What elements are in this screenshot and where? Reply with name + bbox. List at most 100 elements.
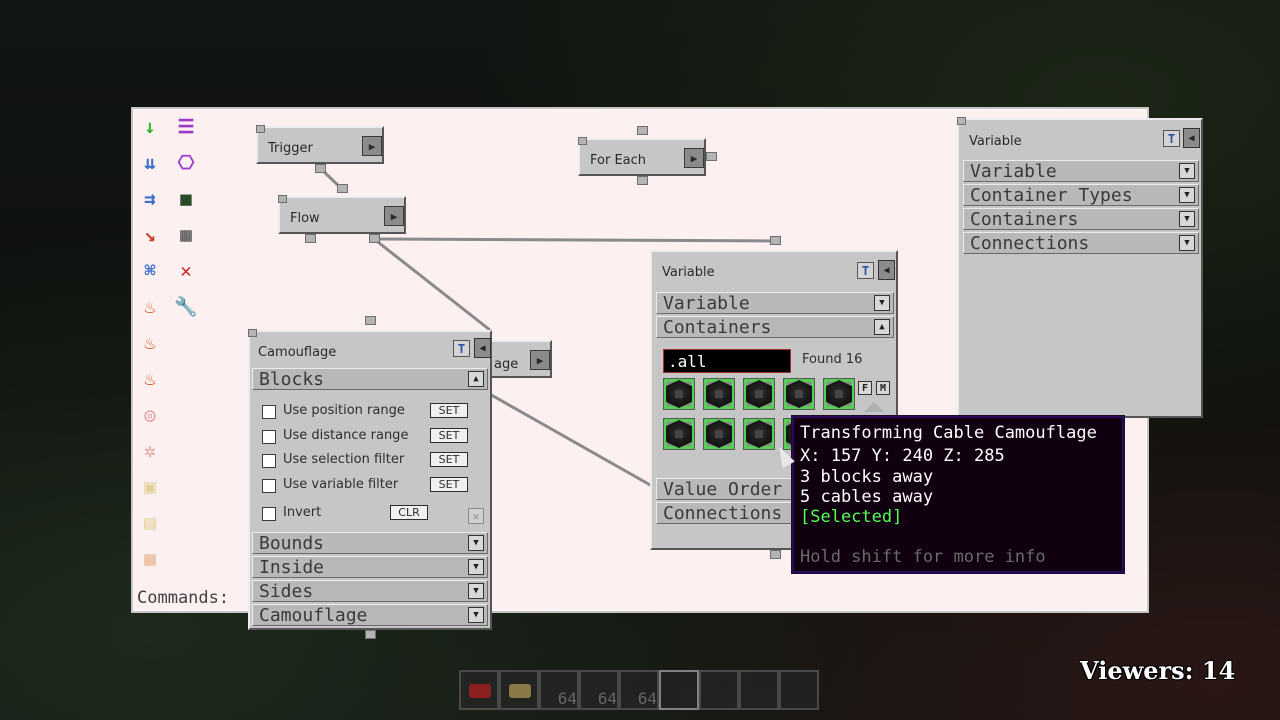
t-label: T [1167,131,1176,146]
camouflage-input-connector[interactable] [365,316,376,325]
container-slot[interactable] [743,418,775,450]
container-slot[interactable] [783,378,815,410]
hotbar-slot-3[interactable]: 64 [539,670,579,710]
scroll-up-arrow-icon[interactable] [864,402,884,412]
option-label: Use selection filter [283,452,405,467]
container-slot[interactable] [703,378,735,410]
hotbar-slot-4[interactable]: 64 [579,670,619,710]
cable-block-icon [706,380,732,408]
for-each-side-connector[interactable] [706,152,717,161]
delete-icon[interactable]: ✕ [468,508,484,524]
for-each-node[interactable]: For Each ▶ [578,138,706,176]
variable-panel-right: Variable T ◀ Variable ▼ Container Types ▼ Co… [957,118,1203,418]
expand-down-icon[interactable]: ▼ [468,559,484,575]
option-checkbox[interactable] [262,405,276,419]
t-label: T [861,263,870,278]
book-icon [469,684,491,698]
menu-item-label: Connections [663,503,783,524]
invert-label: Invert [283,505,322,520]
multi-select-button[interactable]: M [876,381,890,395]
section-label: Sides [259,581,314,602]
container-slot[interactable] [663,378,695,410]
play-icon: ▶ [536,353,544,367]
expand-down-icon[interactable]: ▼ [1179,163,1195,179]
camouflage-text-toggle-button[interactable]: T [453,340,470,357]
camouflage-output-connector[interactable] [365,630,376,639]
container-slot[interactable] [663,418,695,450]
camouflage-close-button[interactable]: ◀ [474,338,491,358]
variable-right-text-toggle-button[interactable]: T [1163,130,1180,147]
container-slot[interactable] [703,418,735,450]
flow-output-connector-2[interactable] [369,234,380,243]
hotbar-slot-9[interactable] [779,670,819,710]
camouflage-section[interactable]: Bounds ▼ [252,532,488,554]
container-slot[interactable] [823,378,855,410]
set-button[interactable]: SET [430,403,468,418]
trigger-output-connector[interactable] [315,164,326,173]
for-each-expand-button[interactable]: ▶ [684,148,704,168]
collapse-up-icon[interactable]: ▲ [468,371,484,387]
flow-expand-button[interactable]: ▶ [384,206,404,226]
set-button[interactable]: SET [430,427,468,443]
camouflage-option: Use position range SET [262,402,482,422]
variable-menu-item[interactable]: Containers ▲ [656,316,894,338]
hotbar-slot-8[interactable] [739,670,779,710]
container-tooltip: Transforming Cable Camouflage X: 157 Y: … [792,416,1124,573]
set-button[interactable]: SET [430,476,468,492]
expand-down-icon[interactable]: ▼ [1179,187,1195,203]
tooltip-selected: [Selected] [800,507,903,527]
variable-right-menu-item[interactable]: Container Types ▼ [963,184,1199,206]
option-label: Use variable filter [283,476,399,492]
camouflage-corner [248,329,257,337]
option-checkbox[interactable] [262,478,276,493]
camouflage-section[interactable]: Sides ▼ [252,580,488,602]
clear-button[interactable]: CLR [390,505,428,520]
blocks-label: Blocks [259,369,325,390]
flow-corner [278,195,287,203]
set-button[interactable]: SET [430,452,468,467]
hotbar-slot-2[interactable] [499,670,539,710]
invert-checkbox[interactable] [262,507,276,521]
flow-input-connector[interactable] [337,184,348,193]
option-checkbox[interactable] [262,429,276,444]
hotbar-slot-6[interactable] [659,670,699,710]
variable-menu-item[interactable]: Variable ▼ [656,292,894,314]
variable-right-close-button[interactable]: ◀ [1183,128,1200,148]
flow-node[interactable]: Flow ▶ [278,196,406,234]
hotbar-slot-7[interactable] [699,670,739,710]
hotbar-slot-1[interactable] [459,670,499,710]
container-slot[interactable] [743,378,775,410]
trigger-node[interactable]: Trigger ▶ [256,126,384,164]
expand-down-icon[interactable]: ▼ [468,607,484,623]
hidden-node-expand-button[interactable]: ▶ [530,350,550,370]
flow-output-connector-1[interactable] [305,234,316,243]
collapse-left-icon: ◀ [479,342,486,354]
camouflage-blocks-section[interactable]: Blocks ▲ [252,368,488,390]
variable-text-toggle-button[interactable]: T [857,262,874,279]
expand-down-icon[interactable]: ▼ [874,295,890,311]
expand-down-icon[interactable]: ▼ [468,535,484,551]
hotbar-slot-5[interactable]: 64 [619,670,659,710]
trigger-expand-button[interactable]: ▶ [362,136,382,156]
collapse-left-icon: ◀ [883,264,890,276]
variable-close-button[interactable]: ◀ [878,260,895,280]
container-search-input[interactable]: .all [663,349,791,373]
expand-down-icon[interactable]: ▼ [1179,211,1195,227]
variable-right-menu-item[interactable]: Containers ▼ [963,208,1199,230]
collapse-up-icon[interactable]: ▲ [874,319,890,335]
variable-right-menu-item[interactable]: Variable ▼ [963,160,1199,182]
tooltip-blocks-away: 3 blocks away [800,467,934,487]
camouflage-section[interactable]: Camouflage ▼ [252,604,488,626]
expand-down-icon[interactable]: ▼ [1179,235,1195,251]
invert-option: Invert CLR [262,504,482,524]
variable-output-connector[interactable] [770,550,781,559]
variable-right-menu-item[interactable]: Connections ▼ [963,232,1199,254]
camouflage-section[interactable]: Inside ▼ [252,556,488,578]
flow-node-title: Flow [290,211,320,226]
variable-input-connector[interactable] [770,236,781,245]
option-checkbox[interactable] [262,454,276,468]
for-each-output-connector[interactable] [637,176,648,185]
expand-down-icon[interactable]: ▼ [468,583,484,599]
filter-button[interactable]: F [858,381,872,395]
for-each-input-connector[interactable] [637,126,648,135]
